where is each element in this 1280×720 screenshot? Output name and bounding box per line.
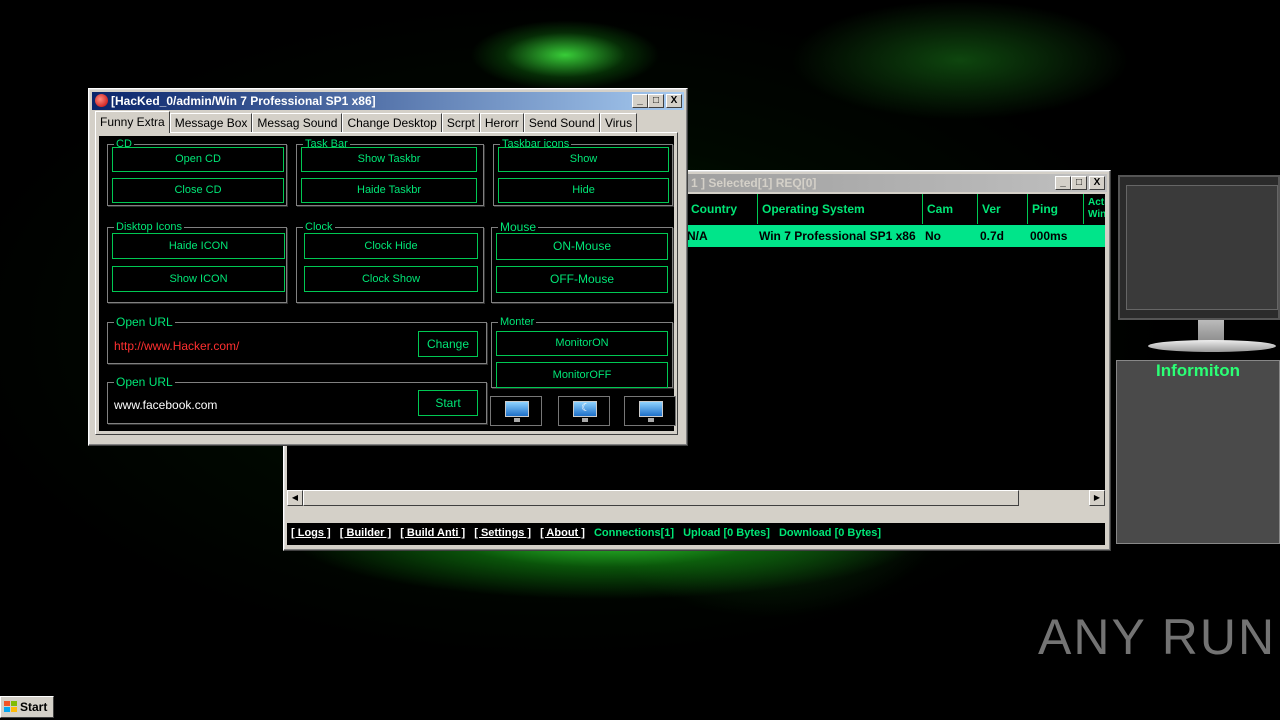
- maximize-button[interactable]: □: [648, 94, 664, 108]
- monitor-on-button[interactable]: MonitorON: [496, 331, 668, 356]
- column-ver[interactable]: Ver: [977, 194, 1027, 224]
- download-status: Download [0 Bytes]: [778, 527, 882, 539]
- scroll-left-button[interactable]: ◀: [287, 490, 303, 506]
- cell-ver: 0.7d: [980, 229, 1005, 243]
- info-monitor-screen: [1126, 185, 1278, 310]
- builder-link[interactable]: [ Builder ]: [340, 527, 391, 539]
- desktop-icons-group-label: Disktop Icons: [116, 221, 183, 233]
- tab-error[interactable]: Herorr: [479, 113, 524, 132]
- clock-show-button[interactable]: Clock Show: [304, 266, 478, 292]
- tab-send-sound[interactable]: Send Sound: [523, 113, 600, 132]
- tab-message-box[interactable]: Message Box: [169, 113, 253, 132]
- change-url-field[interactable]: http://www.Hacker.com/: [114, 339, 239, 353]
- clients-window-title: 1 ] Selected[1] REQ[0]: [691, 176, 817, 190]
- show-desktop-icons-button[interactable]: Show ICON: [112, 266, 285, 292]
- about-link[interactable]: [ About ]: [540, 527, 585, 539]
- cell-cam: No: [925, 229, 941, 243]
- tab-message-sound[interactable]: Messag Sound: [252, 113, 343, 132]
- windows-logo-icon: [4, 701, 18, 713]
- horizontal-scrollbar[interactable]: ◀ ▶: [287, 490, 1105, 506]
- start-button[interactable]: Start: [0, 696, 54, 718]
- upload-status: Upload [0 Bytes]: [683, 527, 770, 539]
- tab-funny-extra[interactable]: Funny Extra: [95, 111, 170, 133]
- funny-extra-window: [HacKed_0/admin/Win 7 Professional SP1 x…: [88, 88, 688, 446]
- column-country[interactable]: Country: [687, 194, 757, 224]
- settings-link[interactable]: [ Settings ]: [474, 527, 531, 539]
- mouse-on-button[interactable]: ON-Mouse: [496, 233, 668, 260]
- cell-os: Win 7 Professional SP1 x86: [759, 229, 916, 243]
- watermark: ANY RUN: [1038, 609, 1277, 665]
- column-ping[interactable]: Ping: [1027, 194, 1083, 224]
- start-url-button[interactable]: Start: [418, 390, 478, 416]
- info-panel: [1116, 360, 1280, 544]
- open-cd-button[interactable]: Open CD: [112, 147, 284, 172]
- column-active-window[interactable]: Acti Win: [1083, 194, 1105, 224]
- cell-ping: 000ms: [1030, 229, 1068, 243]
- monitor-icon[interactable]: [624, 396, 676, 426]
- app-icon: [95, 94, 108, 107]
- tab-strip: Funny Extra Message Box Messag Sound Cha…: [95, 111, 638, 133]
- close-button[interactable]: X: [666, 94, 682, 108]
- column-cam[interactable]: Cam: [922, 194, 977, 224]
- start-url-field[interactable]: www.facebook.com: [114, 398, 217, 412]
- maximize-button[interactable]: □: [1071, 176, 1087, 190]
- tab-virus[interactable]: Virus: [599, 113, 638, 132]
- hide-taskbar-button[interactable]: Haide Taskbr: [301, 178, 477, 203]
- mouse-group-label: Mouse: [500, 220, 537, 234]
- monitor-group-label: Monter: [500, 316, 535, 328]
- show-taskbar-icons-button[interactable]: Show: [498, 147, 669, 172]
- show-taskbar-button[interactable]: Show Taskbr: [301, 147, 477, 172]
- mouse-off-button[interactable]: OFF-Mouse: [496, 266, 668, 293]
- minimize-button[interactable]: _: [632, 94, 648, 108]
- start-label: Start: [20, 700, 48, 714]
- status-bar: [ Logs ] [ Builder ] [ Build Anti ] [ Se…: [287, 523, 1105, 545]
- column-os[interactable]: Operating System: [757, 194, 922, 224]
- funny-extra-panel: CD Open CD Close CD Task Bar Show Taskbr…: [99, 136, 676, 431]
- tab-change-desktop[interactable]: Change Desktop: [342, 113, 442, 132]
- open-url-group-label-2: Open URL: [116, 375, 173, 389]
- tab-script[interactable]: Scrpt: [441, 113, 480, 132]
- logs-link[interactable]: [ Logs ]: [291, 527, 331, 539]
- build-anti-link[interactable]: [ Build Anti ]: [400, 527, 465, 539]
- main-window-title: [HacKed_0/admin/Win 7 Professional SP1 x…: [111, 94, 376, 108]
- clock-group-label: Clock: [305, 221, 333, 233]
- hide-desktop-icons-button[interactable]: Haide ICON: [112, 233, 285, 259]
- tab-panel: CD Open CD Close CD Task Bar Show Taskbr…: [95, 132, 678, 435]
- scroll-right-button[interactable]: ▶: [1089, 490, 1105, 506]
- monitor-off-button[interactable]: MonitorOFF: [496, 362, 668, 388]
- hide-taskbar-icons-button[interactable]: Hide: [498, 178, 669, 203]
- monitor-base: [1148, 340, 1276, 352]
- main-window-titlebar[interactable]: [HacKed_0/admin/Win 7 Professional SP1 x…: [92, 92, 684, 110]
- monitor-sleep-icon[interactable]: ☾: [558, 396, 610, 426]
- close-cd-button[interactable]: Close CD: [112, 178, 284, 203]
- monitor-settings-icon[interactable]: [490, 396, 542, 426]
- desktop-wallpaper-glow: [790, 0, 1130, 120]
- connections-status: Connections[1]: [593, 527, 675, 539]
- info-panel-title: Informiton: [1155, 361, 1241, 380]
- scroll-thumb[interactable]: [303, 490, 1019, 506]
- minimize-button[interactable]: _: [1055, 176, 1071, 190]
- info-monitor-image: [1118, 175, 1280, 320]
- close-button[interactable]: X: [1089, 176, 1105, 190]
- change-url-button[interactable]: Change: [418, 331, 478, 357]
- desktop-wallpaper-glow: [470, 20, 660, 90]
- open-url-group-label: Open URL: [116, 315, 173, 329]
- clock-hide-button[interactable]: Clock Hide: [304, 233, 478, 259]
